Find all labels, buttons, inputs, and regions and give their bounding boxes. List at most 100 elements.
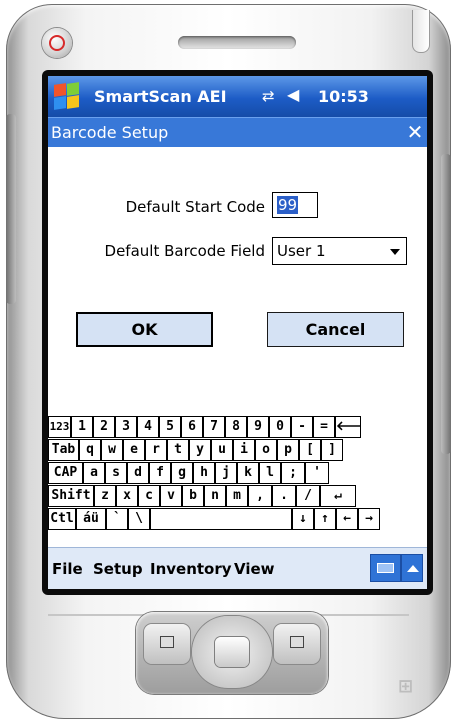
right-side-grip — [441, 154, 451, 454]
key[interactable]: x — [116, 485, 138, 507]
key[interactable]: b — [182, 485, 204, 507]
key[interactable]: 8 — [225, 416, 247, 438]
key[interactable]: o — [255, 439, 277, 461]
key[interactable]: h — [193, 462, 215, 484]
key[interactable]: ' — [305, 462, 329, 484]
menu-bar: File Setup Inventory View — [48, 547, 427, 589]
key[interactable]: j — [215, 462, 237, 484]
stylus-slot — [412, 10, 430, 53]
key[interactable]: 3 — [115, 416, 137, 438]
key[interactable]: 1 — [71, 416, 93, 438]
key[interactable]: 0 — [269, 416, 291, 438]
key[interactable]: n — [204, 485, 226, 507]
key[interactable]: 2 — [93, 416, 115, 438]
key[interactable]: z — [94, 485, 116, 507]
key[interactable]: p — [277, 439, 299, 461]
app-title: SmartScan AEI — [94, 87, 227, 106]
ctrl-key[interactable]: Ctl — [48, 508, 76, 530]
shift-key[interactable]: Shift — [48, 485, 94, 507]
windows-start-icon[interactable] — [52, 81, 82, 111]
key[interactable]: , — [248, 485, 272, 507]
key[interactable]: l — [259, 462, 281, 484]
key[interactable]: t — [167, 439, 189, 461]
key-numbers[interactable]: 123 — [48, 416, 71, 438]
power-icon — [49, 35, 65, 51]
key[interactable]: i — [233, 439, 255, 461]
key[interactable]: y — [189, 439, 211, 461]
barcode-field-select[interactable]: User 1 — [272, 237, 407, 265]
left-side-button[interactable] — [6, 114, 16, 304]
calendar-icon — [160, 636, 174, 648]
key[interactable]: ] — [321, 439, 343, 461]
barcode-field-value: User 1 — [277, 242, 326, 260]
start-code-label: Default Start Code — [125, 198, 265, 216]
key[interactable]: d — [127, 462, 149, 484]
key[interactable]: u — [211, 439, 233, 461]
caps-key[interactable]: CAP — [48, 462, 83, 484]
key[interactable]: v — [160, 485, 182, 507]
key[interactable]: 5 — [159, 416, 181, 438]
key[interactable]: - — [291, 416, 313, 438]
key[interactable]: 6 — [181, 416, 203, 438]
dpad[interactable] — [192, 616, 272, 688]
chevron-down-icon — [390, 249, 400, 255]
key[interactable]: e — [123, 439, 145, 461]
barcode-field-label: Default Barcode Field — [104, 242, 265, 260]
input-menu-arrow-icon[interactable] — [401, 554, 423, 582]
key[interactable]: a — [83, 462, 105, 484]
soft-keyboard: 123 1 2 3 4 5 6 7 8 9 0 - = 🡐 Tab q w e … — [48, 416, 427, 544]
key[interactable]: c — [138, 485, 160, 507]
menu-view[interactable]: View — [234, 560, 275, 578]
power-button[interactable] — [42, 28, 72, 58]
key[interactable]: / — [296, 485, 320, 507]
key[interactable]: = — [313, 416, 335, 438]
keyboard-icon[interactable] — [370, 554, 401, 582]
key[interactable]: q — [79, 439, 101, 461]
contacts-icon — [290, 636, 304, 648]
windows-logo-icon: ⊞ — [398, 676, 414, 697]
device-screen: SmartScan AEI ⇄ ◀ 10:53 Barcode Setup ✕ … — [48, 76, 427, 589]
left-arrow-key[interactable]: ← — [336, 508, 358, 530]
key[interactable]: 9 — [247, 416, 269, 438]
key[interactable]: s — [105, 462, 127, 484]
dpad-center-button[interactable] — [215, 637, 249, 667]
clock[interactable]: 10:53 — [318, 87, 369, 106]
key[interactable]: \ — [128, 508, 150, 530]
space-key[interactable] — [150, 508, 292, 530]
navigation-pad — [136, 612, 328, 694]
key[interactable]: m — [226, 485, 248, 507]
cancel-button[interactable]: Cancel — [267, 312, 404, 347]
key[interactable]: ` — [106, 508, 128, 530]
key[interactable]: w — [101, 439, 123, 461]
key[interactable]: 7 — [203, 416, 225, 438]
accent-key[interactable]: áü — [76, 508, 106, 530]
up-arrow-key[interactable]: ↑ — [314, 508, 336, 530]
key[interactable]: ; — [281, 462, 305, 484]
start-code-input[interactable]: 99 — [272, 192, 318, 218]
right-softkey-button[interactable] — [274, 624, 320, 664]
key[interactable]: k — [237, 462, 259, 484]
key[interactable]: f — [149, 462, 171, 484]
backspace-key[interactable]: 🡐 — [335, 416, 361, 438]
enter-key[interactable]: ↵ — [320, 485, 356, 507]
tab-key[interactable]: Tab — [48, 439, 79, 461]
ok-button[interactable]: OK — [76, 312, 213, 347]
menu-setup[interactable]: Setup — [93, 560, 143, 578]
key[interactable]: . — [272, 485, 296, 507]
speaker-grille — [178, 36, 296, 49]
down-arrow-key[interactable]: ↓ — [292, 508, 314, 530]
connectivity-icon[interactable]: ⇄ — [262, 87, 275, 105]
dialog-title-bar: Barcode Setup ✕ — [48, 117, 427, 147]
left-softkey-button[interactable] — [144, 624, 190, 664]
close-icon[interactable]: ✕ — [403, 120, 427, 144]
right-arrow-key[interactable]: → — [358, 508, 380, 530]
key[interactable]: r — [145, 439, 167, 461]
key[interactable]: [ — [299, 439, 321, 461]
menu-inventory[interactable]: Inventory — [150, 560, 232, 578]
key[interactable]: 4 — [137, 416, 159, 438]
volume-icon[interactable]: ◀ — [287, 85, 299, 104]
status-bar: SmartScan AEI ⇄ ◀ 10:53 — [48, 76, 427, 117]
key[interactable]: g — [171, 462, 193, 484]
dialog-title: Barcode Setup — [51, 123, 169, 142]
menu-file[interactable]: File — [52, 560, 83, 578]
